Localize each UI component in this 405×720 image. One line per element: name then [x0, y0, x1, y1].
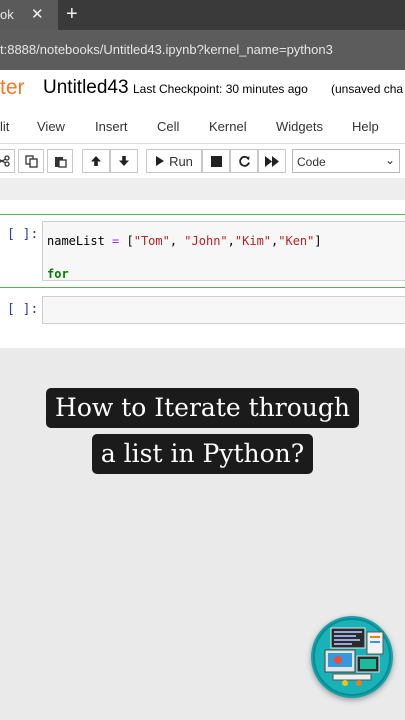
code-editor[interactable]: nameList = ["Tom", "John","Kim","Ken"] f…	[42, 221, 405, 281]
chevron-down-icon: ⌄	[384, 153, 395, 167]
menu-kernel[interactable]: Kernel	[209, 119, 247, 134]
arrow-up-icon	[91, 156, 101, 166]
code-keyword: for	[47, 267, 69, 281]
restart-run-all-button[interactable]	[258, 149, 286, 173]
notebook-title[interactable]: Untitled43	[43, 77, 129, 99]
empty-code-cell[interactable]: [ ]:	[0, 296, 405, 326]
paste-icon	[54, 156, 67, 168]
code-comma: ,	[227, 234, 235, 248]
menu-help[interactable]: Help	[352, 119, 379, 134]
browser-tab[interactable]: ok ✕	[0, 0, 58, 30]
copy-button[interactable]	[18, 149, 44, 173]
stop-icon	[210, 155, 222, 167]
code-editor[interactable]	[42, 296, 405, 324]
new-tab-icon[interactable]: +	[66, 3, 78, 26]
arrow-down-icon	[119, 156, 129, 166]
code-string: "Kim"	[234, 234, 272, 248]
fast-forward-icon	[265, 155, 279, 167]
scissors-icon	[0, 155, 10, 167]
menu-insert[interactable]: Insert	[95, 119, 128, 134]
copy-icon	[24, 154, 38, 168]
code-comma: ,	[169, 234, 185, 248]
cut-button[interactable]	[0, 149, 15, 173]
channel-logo	[311, 616, 393, 698]
restart-button[interactable]	[230, 149, 258, 173]
code-line-1: nameList = ["Tom", "John","Kim","Ken"]	[47, 234, 322, 248]
address-bar[interactable]: t:8888/notebooks/Untitled43.ipynb?kernel…	[0, 30, 405, 70]
toolbar-divider	[0, 178, 405, 200]
browser-tab-label: ok	[0, 7, 14, 22]
jupyter-header: ter Untitled43 Last Checkpoint: 30 minut…	[0, 70, 405, 108]
computer-illustration-icon	[313, 618, 391, 696]
paste-button[interactable]	[47, 149, 73, 173]
caption-line-1: How to Iterate through	[46, 388, 359, 428]
browser-tab-strip: ok ✕ +	[0, 0, 405, 30]
checkpoint-status: Last Checkpoint: 30 minutes ago	[133, 82, 308, 96]
video-caption: How to Iterate through a list in Python?	[0, 388, 405, 474]
unsaved-status: (unsaved cha	[331, 82, 404, 96]
caption-line-2: a list in Python?	[91, 434, 314, 474]
cell-prompt: [ ]:	[7, 227, 39, 242]
notebook-area: [ ]: nameList = ["Tom", "John","Kim","Ke…	[0, 200, 405, 348]
menu-view[interactable]: View	[37, 119, 65, 134]
code-string: "Ken"	[278, 234, 315, 248]
close-icon[interactable]: ✕	[31, 5, 44, 23]
code-bracket-close: ]	[314, 234, 322, 248]
toolbar: Run Code ⌄	[0, 144, 405, 178]
move-up-button[interactable]	[82, 149, 110, 173]
code-variable: nameList	[47, 234, 105, 248]
code-string: "John"	[184, 234, 228, 248]
run-button[interactable]: Run	[146, 149, 202, 173]
menu-widgets[interactable]: Widgets	[276, 119, 323, 134]
cell-type-select[interactable]: Code ⌄	[292, 149, 400, 173]
code-line-2: for	[47, 267, 69, 281]
move-down-button[interactable]	[110, 149, 138, 173]
menu-cell[interactable]: Cell	[157, 119, 179, 134]
cell-prompt: [ ]:	[7, 302, 39, 317]
interrupt-button[interactable]	[202, 149, 230, 173]
menu-edit[interactable]: lit	[0, 119, 9, 134]
restart-icon	[238, 155, 250, 167]
code-string: "Tom"	[133, 234, 170, 248]
menu-bar: lit View Insert Cell Kernel Widgets Help	[0, 108, 405, 144]
jupyter-logo[interactable]: ter	[0, 76, 25, 100]
play-icon	[156, 156, 165, 166]
code-bracket-open: [	[126, 234, 134, 248]
code-cell[interactable]: [ ]: nameList = ["Tom", "John","Kim","Ke…	[0, 214, 405, 288]
url-text[interactable]: t:8888/notebooks/Untitled43.ipynb?kernel…	[0, 42, 333, 57]
code-operator: =	[104, 234, 127, 248]
cell-type-value: Code	[297, 155, 326, 169]
run-label: Run	[169, 153, 193, 169]
